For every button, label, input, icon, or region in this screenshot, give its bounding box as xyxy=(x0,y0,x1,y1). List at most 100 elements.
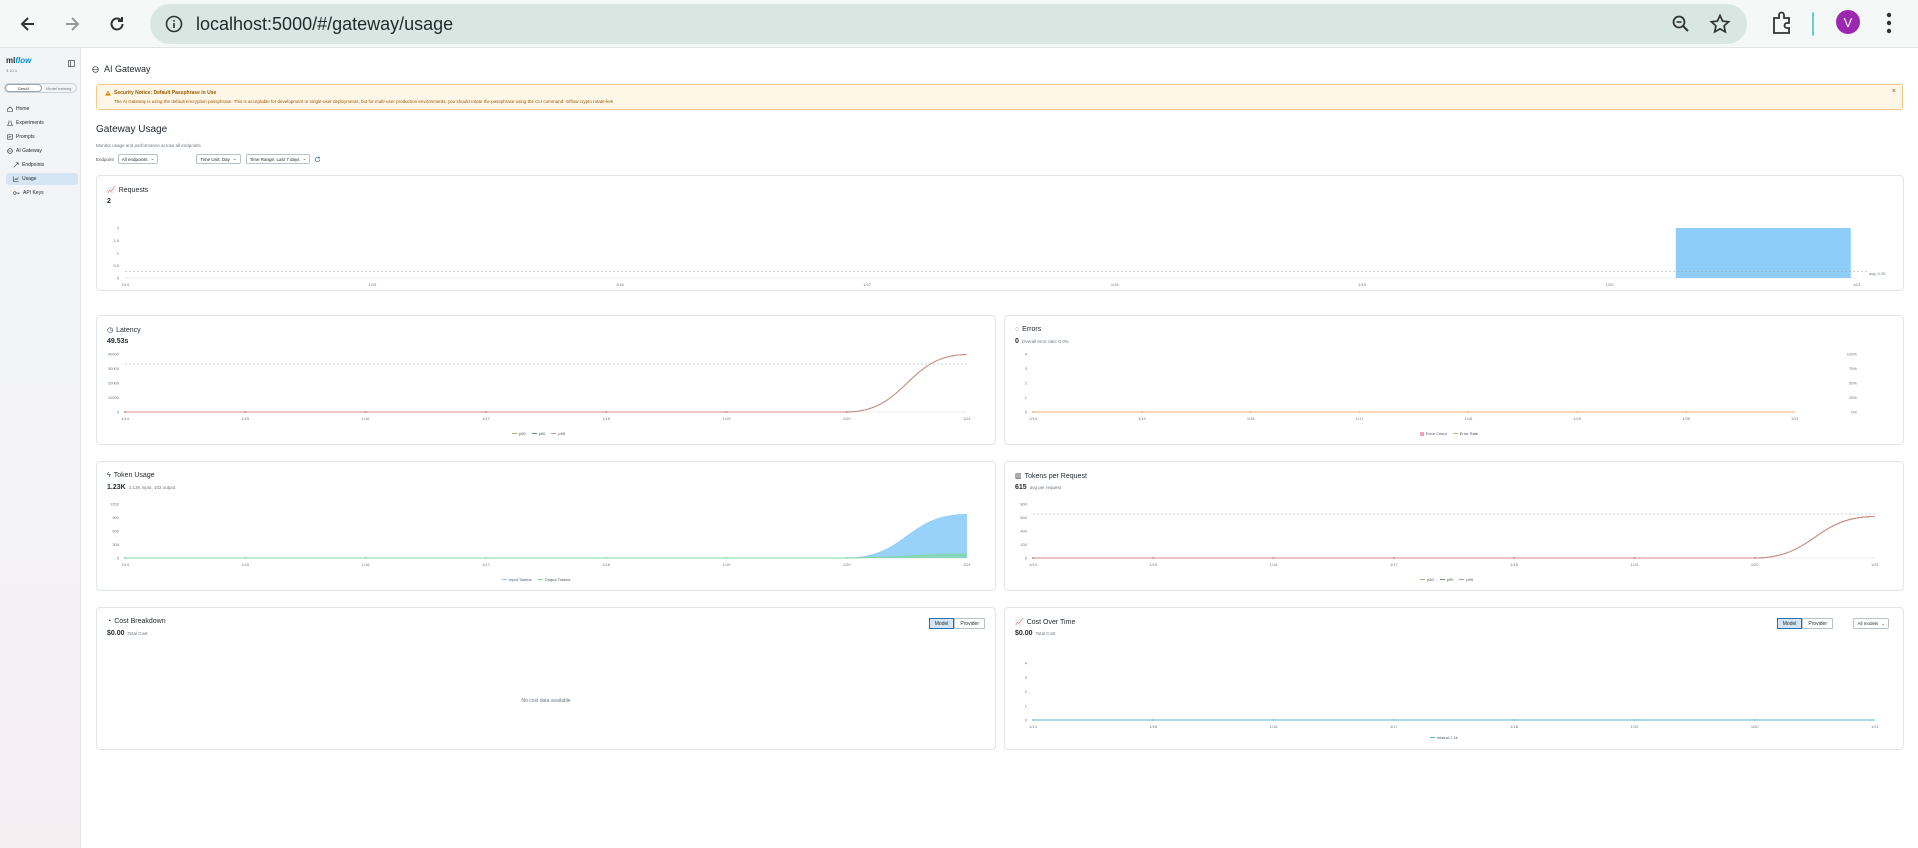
reload-button[interactable] xyxy=(103,10,131,38)
sidebar-item-label: Experiments xyxy=(16,120,44,126)
data-point xyxy=(1576,411,1579,413)
legend-item: Output Tokens xyxy=(537,577,570,582)
x-tick-label: 1/19 xyxy=(723,416,732,421)
sidebar-item-ai-gateway[interactable]: AI Gateway xyxy=(4,145,77,157)
key-icon xyxy=(13,191,20,195)
data-point xyxy=(1513,719,1516,721)
extensions-icon[interactable] xyxy=(1769,10,1795,36)
y-tick-label: 30000 xyxy=(108,366,120,371)
series-line xyxy=(124,354,968,413)
url-text[interactable]: localhost:5000/#/gateway/usage xyxy=(196,14,453,35)
average-label: avg: 0.25 xyxy=(1869,271,1886,276)
series-line xyxy=(124,553,968,559)
errors-legend: Error Count Error Rate xyxy=(1420,431,1478,436)
legend-item: p90 xyxy=(1439,577,1453,582)
x-tick-label: 1/21 xyxy=(1871,562,1880,567)
data-point xyxy=(1032,557,1034,559)
x-tick-label: 1/16 xyxy=(616,282,625,287)
sidebar-item-experiments[interactable]: Experiments xyxy=(4,117,77,129)
legend-item: p99 xyxy=(1459,577,1473,582)
y-tick-label: 0 xyxy=(117,276,120,281)
x-tick-label: 1/14 xyxy=(121,562,130,567)
group-by-model-button[interactable]: Model xyxy=(928,618,955,629)
cost-breakdown-grouping: Model Provider xyxy=(928,618,985,629)
warning-icon xyxy=(105,90,111,96)
x-tick-label: 1/16 xyxy=(1247,416,1256,421)
forward-button[interactable] xyxy=(58,10,86,38)
cost-breakdown-value: $0.00 Total Cost xyxy=(107,630,148,637)
token-usage-legend: Input Tokens Output Tokens xyxy=(502,577,570,582)
x-tick-label: 1/14 xyxy=(121,416,130,421)
back-button[interactable] xyxy=(14,10,42,38)
series-line xyxy=(124,354,968,413)
site-info-icon[interactable] xyxy=(165,15,183,33)
sidebar-item-home[interactable]: Home xyxy=(4,103,77,115)
time-range-select[interactable]: Time Range: Last 7 days ⌄ xyxy=(245,154,311,164)
sidebar-item-prompts[interactable]: Prompts xyxy=(4,131,77,143)
data-point xyxy=(1358,411,1361,413)
legend-item: p99 xyxy=(551,431,565,436)
address-bar[interactable]: localhost:5000/#/gateway/usage xyxy=(150,4,1747,44)
x-tick-label: 1/16 xyxy=(1270,724,1279,729)
y-tick-label: 1200 xyxy=(110,502,120,507)
x-tick-label: 1/16 xyxy=(362,562,371,567)
data-point xyxy=(605,557,608,559)
cost-breakdown-card: ◔ Cost Breakdown $0.00 Total Cost Model Pr… xyxy=(96,607,996,750)
group-by-provider-button[interactable]: Provider xyxy=(954,618,985,629)
tokens-per-request-legend: p50 p90 p99 xyxy=(1420,577,1473,582)
profile-avatar[interactable]: V xyxy=(1836,10,1860,34)
time-unit-select[interactable]: Time Unit: Day ⌄ xyxy=(196,154,241,164)
back-arrow-icon xyxy=(20,17,34,31)
version-label: 3.10.1 xyxy=(6,68,18,73)
x-tick-label: 1/20 xyxy=(1751,562,1760,567)
gateway-icon xyxy=(92,65,99,73)
bookmark-star-icon[interactable] xyxy=(1709,13,1731,35)
sidebar-item-usage[interactable]: Usage xyxy=(6,173,78,185)
sidebar: mlflow 3.10.1 GenAI Model training Home … xyxy=(0,48,81,848)
data-point xyxy=(1152,719,1155,721)
y2-tick-label: 0% xyxy=(1851,410,1857,415)
browser-menu-icon[interactable] xyxy=(1885,10,1893,36)
sidebar-item-label: Prompts xyxy=(16,134,35,140)
y-tick-label: 1 xyxy=(117,251,120,256)
x-tick-label: 1/17 xyxy=(863,282,872,287)
data-point xyxy=(1272,719,1275,721)
endpoint-select[interactable]: All endpoints ⌄ xyxy=(117,154,159,164)
y-tick-label: 10000 xyxy=(108,395,120,400)
close-icon[interactable]: × xyxy=(1892,88,1896,95)
x-tick-label: 1/20 xyxy=(843,562,852,567)
series-line xyxy=(1033,516,1876,559)
latency-legend: p50 p90 p99 xyxy=(512,431,565,436)
data-point xyxy=(1513,557,1516,559)
x-tick-label: 1/19 xyxy=(1631,562,1640,567)
y-tick-label: 800 xyxy=(1020,502,1027,507)
x-tick-label: 1/21 xyxy=(1853,282,1862,287)
sidebar-collapse-icon[interactable] xyxy=(68,60,75,67)
y-tick-label: 1 xyxy=(1025,703,1028,708)
series-line xyxy=(1033,516,1876,559)
sidebar-item-api-keys[interactable]: API Keys xyxy=(10,187,77,199)
x-tick-label: 1/15 xyxy=(241,416,250,421)
requests-chart: 0 0.5 1 1.5 2 1/14 1/15 1/16 1/17 1/18 1/19 1/20 1/2… xyxy=(113,226,1886,288)
reload-icon xyxy=(110,17,124,31)
x-tick-label: 1/15 xyxy=(241,562,250,567)
mlflow-logo[interactable]: mlflow xyxy=(6,56,31,65)
refresh-icon[interactable] xyxy=(314,156,321,163)
mode-genai[interactable]: GenAI xyxy=(5,84,42,92)
x-tick-label: 1/18 xyxy=(602,416,611,421)
x-tick-label: 1/16 xyxy=(1270,562,1279,567)
mode-model-training[interactable]: Model training xyxy=(42,84,77,92)
x-tick-label: 1/20 xyxy=(1751,724,1760,729)
x-tick-label: 1/18 xyxy=(602,562,611,567)
empty-state-text: No cost data available xyxy=(521,698,571,704)
zoom-icon[interactable] xyxy=(1671,14,1691,34)
tokens-per-request-chart: 0 200 400 600 800 1/14 1/15 1/16 1/17 1/18 1/19 1/2… xyxy=(1020,502,1880,568)
data-point xyxy=(1272,557,1275,559)
sidebar-item-endpoints[interactable]: Endpoints xyxy=(10,159,77,171)
y2-tick-label: 50% xyxy=(1849,381,1857,386)
data-point xyxy=(1467,411,1470,413)
forward-arrow-icon xyxy=(66,17,80,31)
x-tick-label: 1/18 xyxy=(1111,282,1120,287)
main-content: AI Gateway Security Notice: Default Pass… xyxy=(82,48,1918,848)
x-tick-label: 1/15 xyxy=(1138,416,1147,421)
